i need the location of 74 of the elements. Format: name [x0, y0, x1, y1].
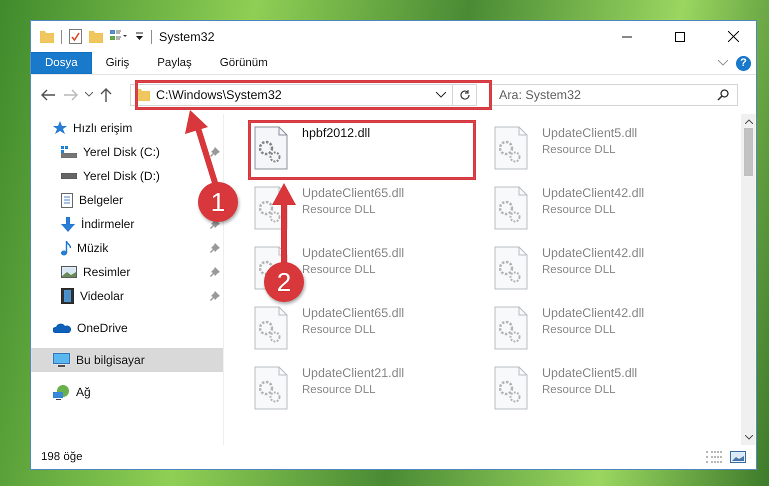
- ribbon-tab[interactable]: Görünüm: [206, 52, 282, 74]
- dll-file-icon[interactable]: [254, 366, 288, 410]
- folder-icon: [136, 88, 150, 101]
- dropdown-caret-icon[interactable]: [436, 92, 446, 98]
- star-icon: [53, 121, 67, 135]
- sidebar-item[interactable]: Yerel Disk (D:): [31, 164, 179, 188]
- ribbon-tab[interactable]: Paylaş: [143, 52, 206, 74]
- sidebar-item[interactable]: Yerel Disk (C:): [31, 140, 179, 164]
- drive-icon: [61, 146, 77, 158]
- view-menu-icon[interactable]: [110, 30, 128, 43]
- download-arrow-icon: [61, 216, 75, 232]
- file-type: Resource DLL: [302, 324, 376, 336]
- network-icon: [53, 384, 70, 400]
- pin-icon[interactable]: [210, 267, 220, 277]
- sidebar-item[interactable]: Bu bilgisayar: [31, 348, 223, 372]
- ribbon-tab[interactable]: Dosya: [31, 52, 92, 74]
- address-bar[interactable]: C:\Windows\System32: [130, 84, 477, 106]
- address-path: C:\Windows\System32: [156, 88, 282, 102]
- sidebar-item[interactable]: Müzik: [31, 236, 179, 260]
- file-type: Resource DLL: [542, 204, 616, 216]
- recent-locations-caret-icon[interactable]: [85, 92, 93, 97]
- properties-icon[interactable]: [69, 29, 82, 44]
- sidebar-item[interactable]: İndirmeler: [31, 212, 179, 236]
- up-arrow-icon[interactable]: [100, 88, 112, 102]
- pin-icon[interactable]: [210, 291, 220, 301]
- file-type: Resource DLL: [302, 204, 376, 216]
- help-button[interactable]: ?: [736, 56, 751, 70]
- file-type: Resource DLL: [542, 384, 616, 396]
- file-type: Resource DLL: [542, 264, 616, 276]
- scrollbar[interactable]: [741, 114, 756, 445]
- minimize-icon[interactable]: [622, 36, 632, 38]
- scroll-down-icon[interactable]: [744, 435, 752, 440]
- file-type: Resource DLL: [542, 324, 616, 336]
- forward-arrow-icon[interactable]: [64, 88, 78, 100]
- dll-file-icon[interactable]: [494, 246, 528, 290]
- dll-file-icon[interactable]: [494, 126, 528, 170]
- search-field[interactable]: Ara: System32: [490, 84, 738, 106]
- item-count: 198 öğe: [41, 451, 83, 463]
- pin-icon[interactable]: [210, 147, 220, 157]
- cloud-icon: [53, 323, 71, 333]
- back-arrow-icon[interactable]: [41, 88, 55, 100]
- computer-monitor-icon: [53, 353, 70, 367]
- window-title: System32: [159, 30, 215, 44]
- refresh-icon[interactable]: [459, 88, 471, 100]
- sidebar-item[interactable]: Hızlı erişim: [31, 116, 179, 140]
- drive-icon: [61, 173, 77, 179]
- ribbon-tab[interactable]: Giriş: [92, 52, 144, 74]
- sidebar-item[interactable]: Ağ: [31, 380, 179, 404]
- dll-file-icon[interactable]: [254, 126, 288, 170]
- pin-icon[interactable]: [210, 243, 220, 253]
- large-icons-view-icon[interactable]: [730, 451, 746, 463]
- file-name[interactable]: hpbf2012.dll: [302, 126, 370, 140]
- music-note-icon: [61, 240, 71, 256]
- customize-toolbar-icon[interactable]: [135, 32, 144, 41]
- file-type: Resource DLL: [302, 264, 376, 276]
- sidebar-item[interactable]: Videolar: [31, 284, 179, 308]
- sidebar-item[interactable]: Belgeler: [31, 188, 179, 212]
- film-strip-icon: [61, 288, 74, 304]
- dll-file-icon[interactable]: [494, 306, 528, 350]
- dll-file-icon[interactable]: [494, 366, 528, 410]
- dll-file-icon[interactable]: [254, 306, 288, 350]
- sidebar-item[interactable]: Resimler: [31, 260, 179, 284]
- dll-file-icon[interactable]: [494, 186, 528, 230]
- file-type: Resource DLL: [302, 384, 376, 396]
- file-type: Resource DLL: [542, 144, 616, 156]
- maximize-icon[interactable]: [675, 32, 685, 42]
- scroll-thumb[interactable]: [744, 128, 753, 176]
- document-icon: [61, 192, 73, 208]
- scroll-up-icon[interactable]: [744, 119, 752, 124]
- close-icon[interactable]: [728, 31, 738, 42]
- expand-ribbon-icon[interactable]: [718, 60, 728, 66]
- details-view-icon[interactable]: [706, 451, 722, 463]
- sidebar-item[interactable]: OneDrive: [31, 316, 179, 340]
- picture-icon: [61, 266, 77, 278]
